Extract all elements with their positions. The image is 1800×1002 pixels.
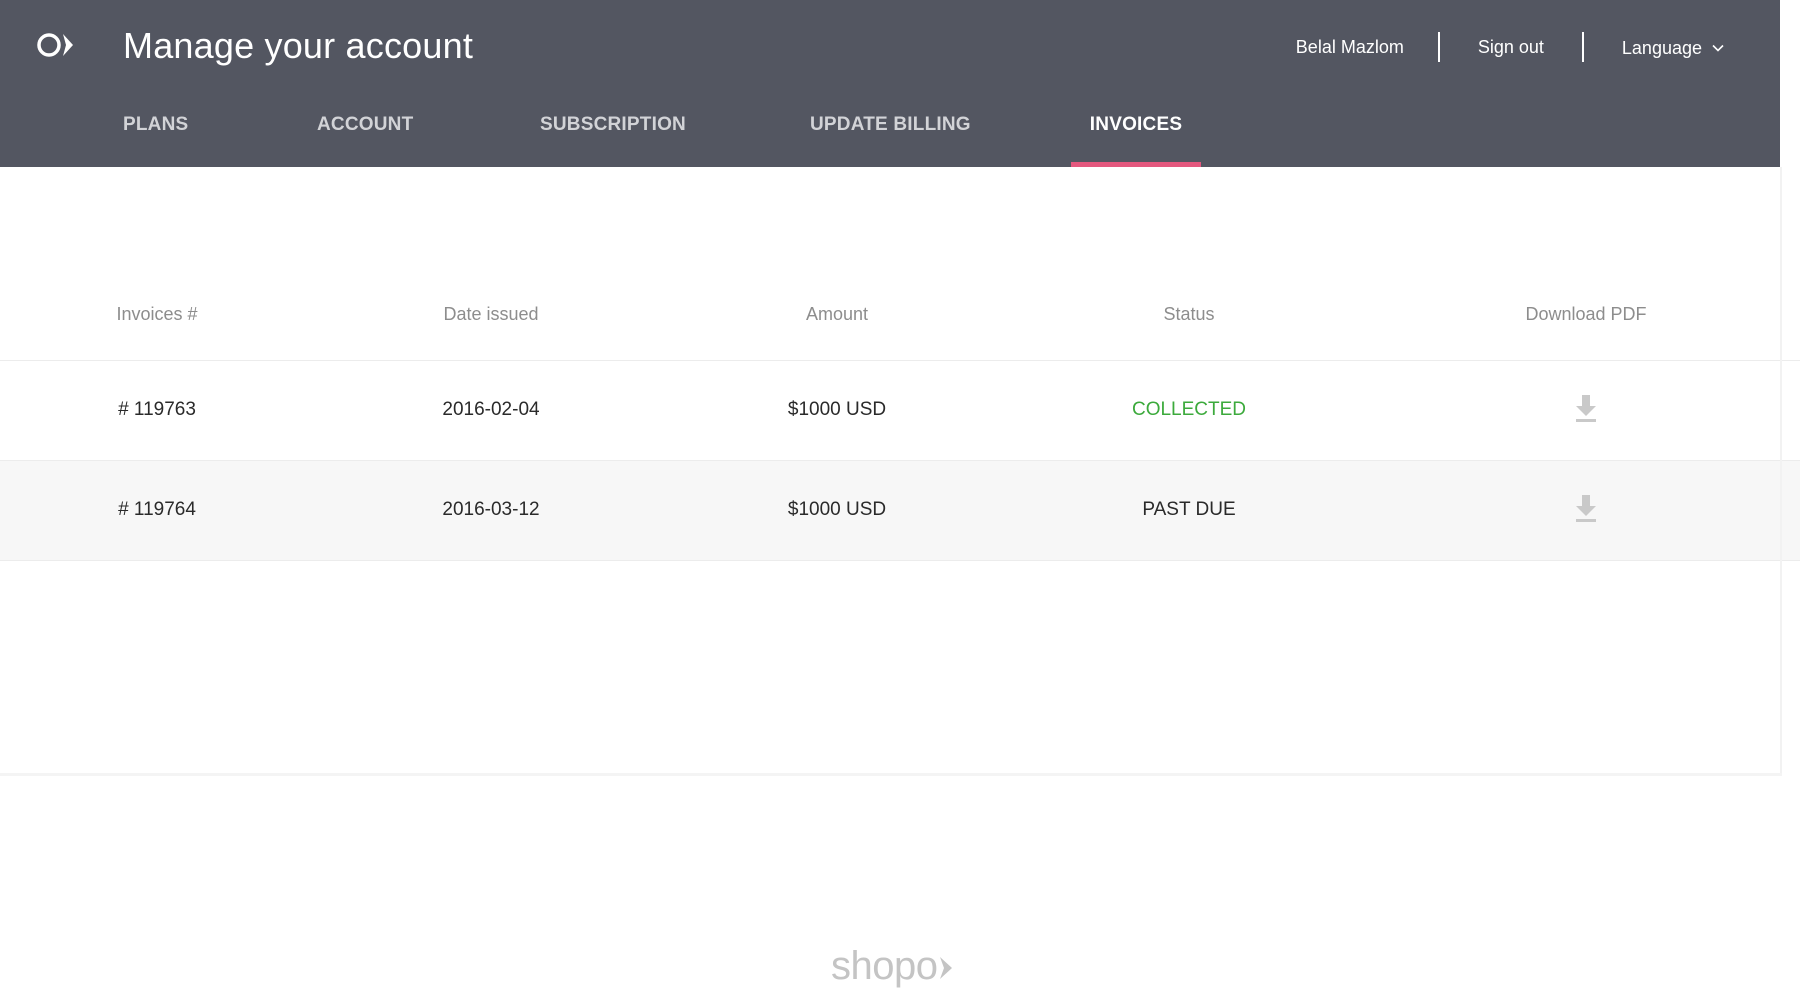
- card-edge: [1780, 167, 1782, 775]
- tab-label: UPDATE BILLING: [810, 114, 971, 135]
- invoice-number: # 119764: [118, 499, 196, 520]
- tab-label: ACCOUNT: [317, 114, 414, 135]
- tab-subscription[interactable]: SUBSCRIPTION: [540, 100, 686, 167]
- column-header-amount: Amount: [805, 304, 869, 324]
- language-label: Language: [1621, 38, 1702, 58]
- page-title: Manage your account: [123, 25, 474, 66]
- download-icon[interactable]: [1574, 493, 1598, 523]
- sign-out-link[interactable]: Sign out: [1478, 32, 1544, 62]
- table-row: # 119763 2016-02-04 $1000 USD COLLECTED: [0, 361, 1800, 461]
- column-header-status: Status: [1163, 304, 1215, 324]
- tab-label: INVOICES: [1089, 114, 1183, 135]
- invoice-amount: $1000 USD: [787, 499, 887, 520]
- divider: [1581, 32, 1584, 62]
- chevron-down-icon: [1712, 44, 1724, 52]
- status-badge: COLLECTED: [1131, 399, 1247, 420]
- column-header-date: Date issued: [443, 304, 539, 324]
- invoice-amount: $1000 USD: [787, 399, 887, 420]
- active-tab-indicator: [1071, 162, 1201, 167]
- table-row: # 119764 2016-03-12 $1000 USD PAST DUE: [0, 461, 1800, 561]
- column-header-download: Download PDF: [1525, 304, 1647, 324]
- page: Manage your account Belal Mazlom Sign ou…: [0, 0, 1800, 1002]
- footer-brand-logo: shopo: [831, 944, 953, 988]
- card-edge: [0, 773, 1782, 776]
- invoice-number: # 119763: [118, 399, 196, 420]
- invoice-date: 2016-03-12: [442, 499, 540, 520]
- user-menu: Belal Mazlom Sign out Language: [1296, 32, 1724, 62]
- tab-update-billing[interactable]: UPDATE BILLING: [810, 100, 971, 167]
- column-header-invoice: Invoices #: [116, 304, 198, 324]
- language-dropdown[interactable]: Language: [1622, 31, 1724, 63]
- tab-label: SUBSCRIPTION: [540, 114, 686, 135]
- tab-label: PLANS: [123, 114, 189, 135]
- tab-account[interactable]: ACCOUNT: [317, 100, 413, 167]
- brand-arrow-icon: [940, 957, 953, 979]
- tab-bar: PLANS ACCOUNT SUBSCRIPTION UPDATE BILLIN…: [0, 100, 1780, 167]
- app-logo-icon[interactable]: [36, 30, 76, 60]
- footer-brand-text: shopo: [831, 944, 938, 988]
- status-badge: PAST DUE: [1142, 499, 1236, 520]
- download-icon[interactable]: [1574, 393, 1598, 423]
- divider: [1437, 32, 1440, 62]
- invoice-date: 2016-02-04: [442, 399, 540, 420]
- table-header: Invoices # Date issued Amount Status Dow…: [0, 268, 1800, 361]
- header-bar: Manage your account Belal Mazlom Sign ou…: [0, 0, 1780, 167]
- invoices-table: Invoices # Date issued Amount Status Dow…: [0, 268, 1800, 561]
- tab-invoices[interactable]: INVOICES: [1071, 100, 1201, 167]
- tab-plans[interactable]: PLANS: [123, 100, 188, 167]
- user-name-link[interactable]: Belal Mazlom: [1296, 32, 1404, 62]
